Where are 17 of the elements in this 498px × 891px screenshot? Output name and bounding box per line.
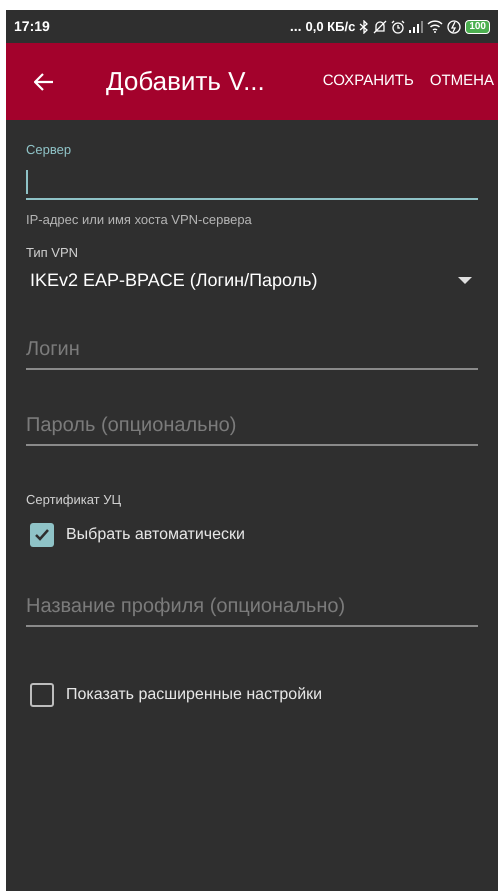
field-label: Тип VPN <box>26 244 80 262</box>
battery-level: 100 <box>465 20 490 34</box>
input-field[interactable]: Логин <box>26 334 478 370</box>
section-label: Сертификат УЦ <box>26 490 122 509</box>
input-field[interactable]: Пароль (опционально) <box>26 410 478 446</box>
input-field[interactable]: Название профиля (опционально) <box>26 591 478 627</box>
screen-title: Добавить V... <box>106 65 265 98</box>
vpn-type-dropdown[interactable]: IKEv2 EAP-BPACE (Логин/Пароль) <box>30 266 472 294</box>
checkbox-row[interactable]: Показать расширенные настройки <box>6 683 498 707</box>
action-button[interactable]: СОХРАНИТЬ <box>322 70 414 93</box>
more-dots: ... <box>290 17 302 36</box>
network-speed: 0,0 КБ/с <box>306 18 356 36</box>
clock-time: 17:19 <box>14 17 50 36</box>
action-button[interactable]: ОТМЕНА <box>430 70 494 93</box>
field-hint: IP-адрес или имя хоста VPN-сервера <box>26 210 253 229</box>
checkbox-row[interactable]: Выбрать автоматически <box>6 523 498 547</box>
field-label: Сервер <box>26 141 72 159</box>
